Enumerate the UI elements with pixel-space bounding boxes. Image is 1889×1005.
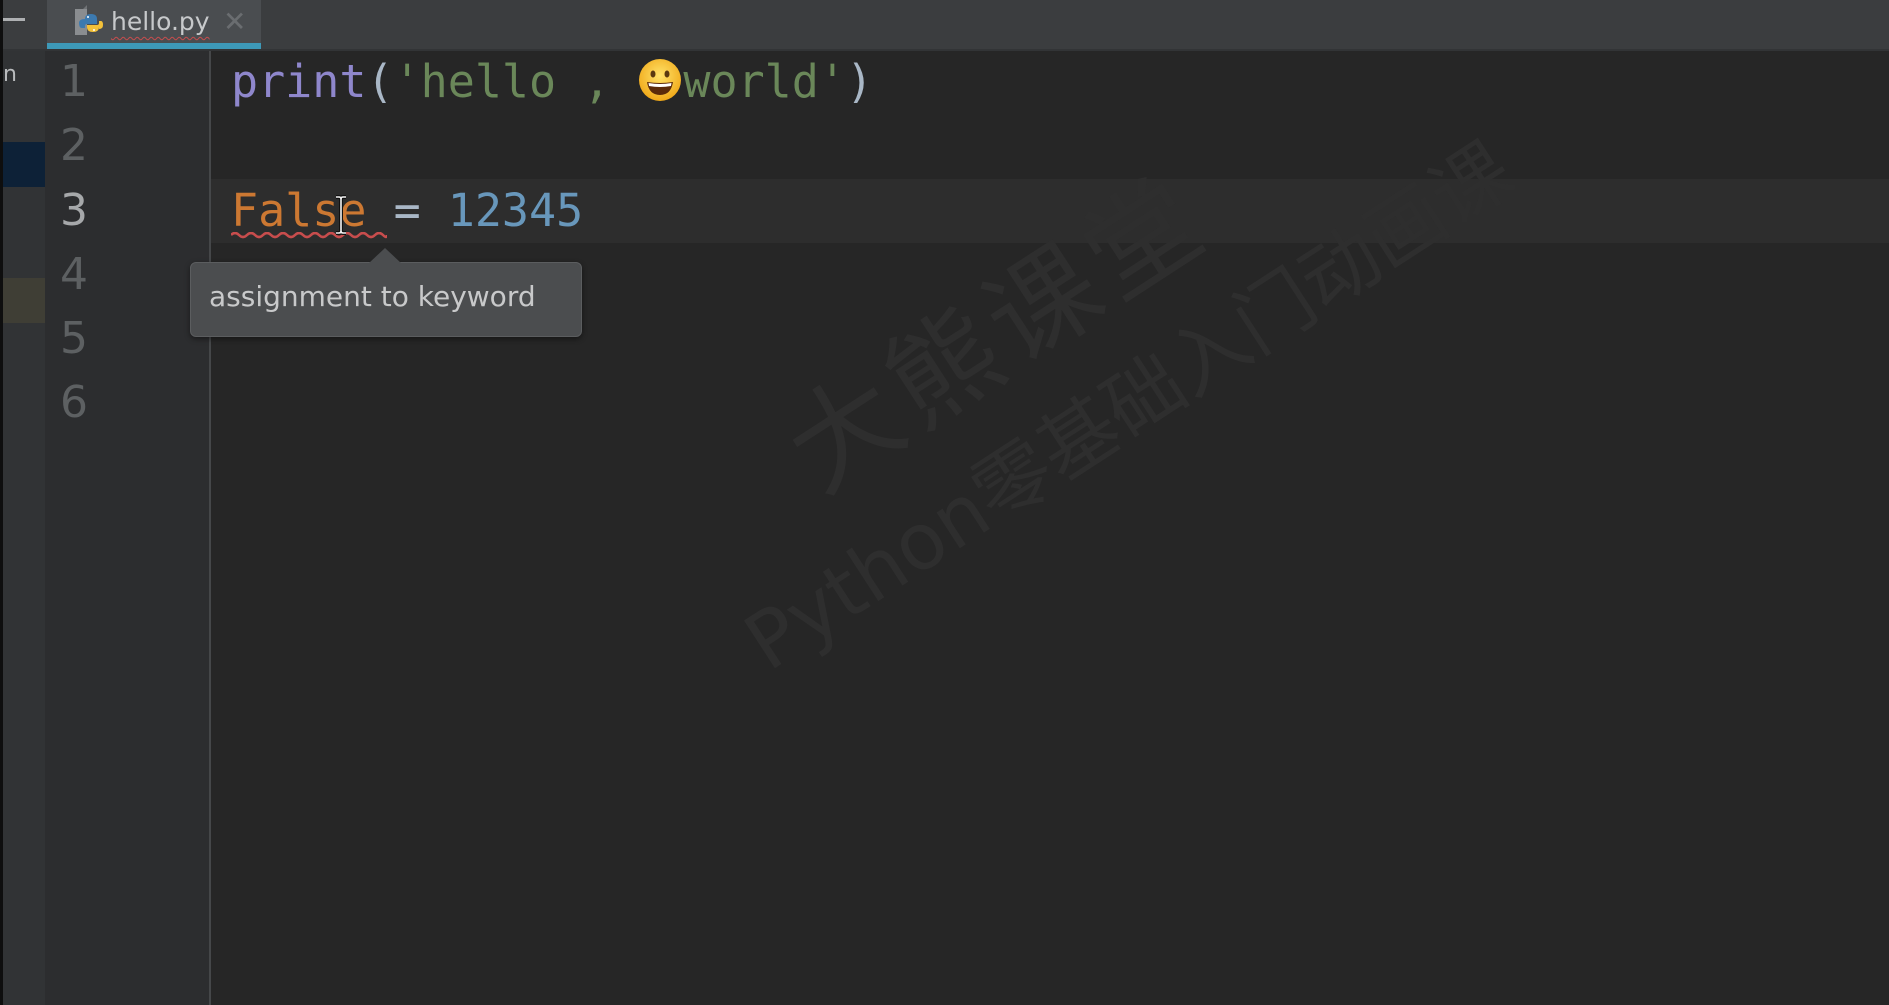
active-tab-indicator (47, 43, 261, 49)
editor-tab-bar (3, 0, 1889, 51)
error-squiggle (231, 232, 387, 239)
inspection-message: assignment to keyword (209, 280, 536, 313)
python-file-icon (75, 5, 103, 35)
builtin-print: print (231, 55, 367, 108)
line-number: 5 (60, 313, 88, 364)
close-icon[interactable]: ✕ (223, 5, 246, 38)
line-number: 1 (60, 56, 88, 107)
project-panel-partial-label: n (3, 62, 17, 87)
line-number: 6 (60, 377, 88, 428)
line-number: 4 (60, 249, 88, 300)
string-literal-part-a: 'hello , (393, 55, 638, 108)
string-literal-part-b: world' (683, 55, 846, 108)
open-paren: ( (366, 55, 394, 108)
project-panel-strip (3, 51, 45, 1005)
number-literal: 12345 (447, 184, 584, 237)
tooltip-arrow (369, 248, 401, 263)
line-number: 2 (60, 120, 88, 171)
text-cursor-ibeam-icon (336, 195, 346, 235)
code-line-1[interactable]: print('hello , world') (231, 50, 873, 114)
panel-collapse-icon[interactable] (3, 18, 25, 21)
tab-hello-py[interactable]: hello.py ✕ (47, 0, 261, 49)
tab-label: hello.py (111, 7, 210, 36)
assignment-operator: = (393, 184, 421, 237)
grinning-face-emoji-icon (639, 59, 682, 101)
project-panel-selected-row[interactable] (3, 142, 45, 187)
close-paren: ) (845, 55, 874, 108)
inspection-tooltip: assignment to keyword (190, 248, 582, 337)
line-number-active: 3 (60, 185, 88, 236)
project-panel-highlight-row[interactable] (3, 278, 45, 323)
